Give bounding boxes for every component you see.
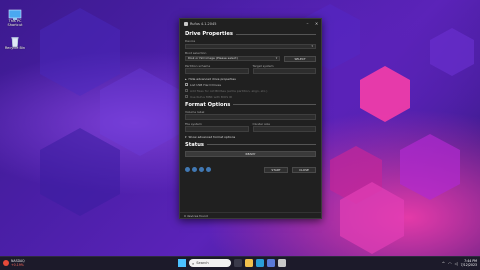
divider — [206, 144, 316, 145]
target-system-dropdown[interactable] — [252, 68, 316, 74]
store-icon[interactable] — [267, 259, 275, 267]
window-status-line: 0 devices found — [180, 212, 321, 218]
widget-subtitle: +0.19% — [11, 263, 24, 267]
file-explorer-icon[interactable] — [245, 259, 253, 267]
checkbox-label: List USB Hard Drives — [190, 82, 222, 87]
device-dropdown[interactable]: ▾ — [185, 43, 316, 49]
info-icon[interactable] — [192, 167, 197, 172]
boot-selection-dropdown[interactable]: Disk or ISO image (Please select) ▾ — [185, 55, 281, 61]
taskbar-search-box[interactable]: ⌕ Search — [189, 259, 231, 267]
chevron-up-icon: ▴ — [185, 76, 187, 81]
desktop-icon-label: Shortcut — [7, 23, 23, 27]
desktop-icon-recycle-bin[interactable]: Recycle Bin — [3, 33, 27, 50]
task-view-icon[interactable] — [234, 259, 242, 267]
volume-icon[interactable]: ◁ — [455, 261, 458, 266]
edge-browser-icon[interactable] — [256, 259, 264, 267]
checkbox-box — [185, 83, 188, 86]
taskbar-clock[interactable]: 7:44 PM 7/12/2023 — [461, 259, 477, 267]
section-title: Status — [185, 141, 204, 148]
close-button[interactable]: CLOSE — [292, 166, 316, 173]
taskbar: NASDAQ +0.19% ⌕ Search ^ ◠ ◁ 7:44 PM 7/1… — [0, 256, 480, 270]
checkbox-label: Use Rufus MBR with BIOS ID — [190, 94, 233, 99]
recycle-bin-icon — [8, 33, 22, 48]
chevron-down-icon: ▾ — [311, 44, 313, 49]
stock-ticker-icon — [3, 260, 9, 266]
window-title: Rufus 4.1.2045 — [190, 21, 217, 26]
boot-selection-value: Disk or ISO image (Please select) — [188, 56, 238, 61]
widgets-button[interactable]: NASDAQ +0.19% — [3, 259, 25, 267]
windows-start-icon[interactable] — [178, 259, 186, 267]
start-button[interactable]: START — [264, 166, 288, 173]
log-icon[interactable] — [206, 167, 211, 172]
globe-icon[interactable] — [185, 167, 190, 172]
chevron-up-icon[interactable]: ^ — [442, 261, 445, 266]
toggle-label: Show advanced format options — [188, 134, 236, 139]
divider — [235, 33, 316, 35]
divider — [233, 104, 316, 105]
search-placeholder: Search — [196, 261, 209, 265]
old-bios-fixes-checkbox[interactable]: Add fixes for old BIOSes (extra partitio… — [185, 89, 316, 93]
desktop-icon-this-pc[interactable]: This PC Shortcut — [3, 6, 27, 27]
partition-scheme-dropdown[interactable] — [185, 68, 249, 74]
status-progress-bar: READY — [185, 150, 316, 157]
section-heading-format-options: Format Options — [185, 102, 316, 108]
cluster-size-dropdown[interactable] — [252, 126, 316, 132]
window-titlebar[interactable]: Rufus 4.1.2045 – ✕ — [180, 19, 321, 28]
chevron-down-icon: ▾ — [185, 134, 187, 139]
hide-advanced-drive-toggle[interactable]: ▴ Hide advanced drive properties — [185, 77, 316, 81]
close-icon[interactable]: ✕ — [312, 21, 321, 26]
desktop-icon-label: Recycle Bin — [4, 46, 26, 50]
checkbox-label: Add fixes for old BIOSes (extra partitio… — [190, 88, 268, 93]
list-usb-hard-drives-checkbox[interactable]: List USB Hard Drives — [185, 83, 316, 87]
wifi-icon[interactable]: ◠ — [448, 261, 452, 266]
checkbox-box — [185, 89, 188, 92]
rufus-mbr-checkbox[interactable]: Use Rufus MBR with BIOS ID — [185, 95, 316, 99]
section-heading-status: Status — [185, 142, 316, 148]
section-title: Format Options — [185, 101, 231, 108]
show-advanced-format-toggle[interactable]: ▾ Show advanced format options — [185, 135, 316, 139]
checkbox-box — [185, 95, 188, 98]
rufus-taskbar-icon[interactable] — [278, 259, 286, 267]
rufus-window: Rufus 4.1.2045 – ✕ Drive Properties Devi… — [179, 18, 322, 219]
toggle-label: Hide advanced drive properties — [188, 76, 236, 81]
section-title: Drive Properties — [185, 31, 233, 37]
settings-icon[interactable] — [199, 167, 204, 172]
file-system-dropdown[interactable] — [185, 126, 249, 132]
section-heading-drive-properties: Drive Properties — [185, 31, 316, 37]
minimize-icon[interactable]: – — [303, 21, 312, 26]
search-icon: ⌕ — [192, 260, 195, 266]
chevron-down-icon: ▾ — [275, 56, 278, 61]
clock-date: 7/12/2023 — [460, 263, 477, 267]
usb-drive-icon — [184, 21, 188, 26]
monitor-icon — [8, 6, 22, 20]
